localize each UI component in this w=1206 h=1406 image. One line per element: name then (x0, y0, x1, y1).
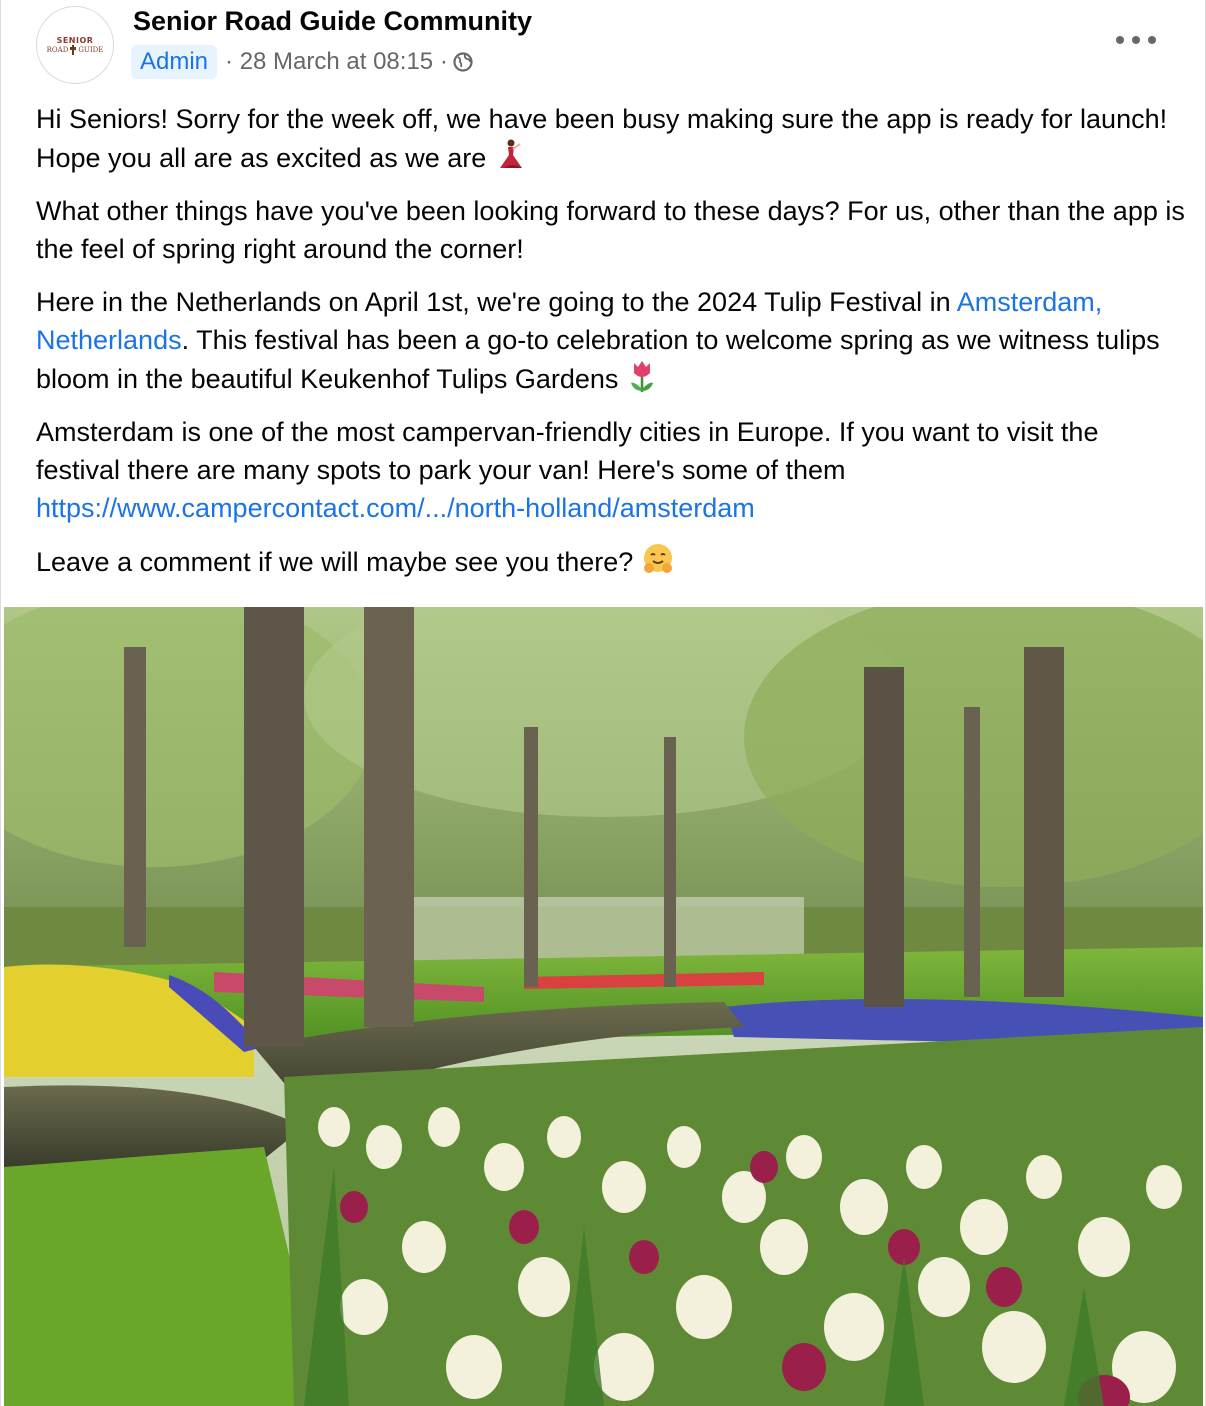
more-dot-icon (1116, 36, 1124, 44)
post-timestamp[interactable]: · 28 March at 08:15 · (225, 48, 448, 76)
paragraph-2: What other things have you've been looki… (36, 196, 1185, 264)
globe-icon[interactable] (452, 51, 474, 73)
paragraph-3-text-a: Here in the Netherlands on April 1st, we… (36, 287, 957, 317)
avatar-logo-road: ROAD (46, 45, 69, 54)
hugging-face-emoji-icon (643, 544, 672, 573)
post-border-left (0, 0, 1, 1406)
tulip-emoji-icon (630, 361, 653, 392)
feed-post: SENIOR ROAD GUIDE Senior Road Guide Comm… (0, 0, 1206, 1406)
post-text: Hi Seniors! Sorry for the week off, we h… (36, 100, 1186, 596)
more-dot-icon (1148, 36, 1156, 44)
avatar-logo-line1: SENIOR (56, 35, 94, 45)
paragraph-3: Here in the Netherlands on April 1st, we… (36, 283, 1186, 398)
tulip-garden-photo-image (4, 607, 1203, 1406)
paragraph-1-text: Hi Seniors! Sorry for the week off, we h… (36, 104, 1168, 173)
group-avatar[interactable]: SENIOR ROAD GUIDE (36, 6, 114, 84)
post-meta: Admin · 28 March at 08:15 · (131, 44, 474, 80)
avatar-logo-line2: ROAD GUIDE (46, 44, 104, 55)
post-photo[interactable] (4, 607, 1203, 1406)
paragraph-5: Leave a comment if we will maybe see you… (36, 542, 1186, 581)
admin-badge[interactable]: Admin (131, 45, 218, 79)
more-options-button[interactable] (1116, 30, 1156, 50)
group-name-link[interactable]: Senior Road Guide Community (133, 6, 532, 37)
paragraph-4: Amsterdam is one of the most campervan-f… (36, 413, 1186, 527)
more-dot-icon (1132, 36, 1140, 44)
paragraph-1: Hi Seniors! Sorry for the week off, we h… (36, 100, 1186, 177)
campercontact-link[interactable]: https://www.campercontact.com/.../north-… (36, 493, 755, 523)
paragraph-3-text-b: . This festival has been a go-to celebra… (36, 325, 1160, 394)
dancer-emoji-icon (499, 139, 522, 168)
paragraph-4-text: Amsterdam is one of the most campervan-f… (36, 417, 1099, 485)
avatar-logo-guide: GUIDE (78, 45, 104, 54)
signpost-icon (70, 44, 77, 55)
paragraph-5-text: Leave a comment if we will maybe see you… (36, 547, 634, 577)
